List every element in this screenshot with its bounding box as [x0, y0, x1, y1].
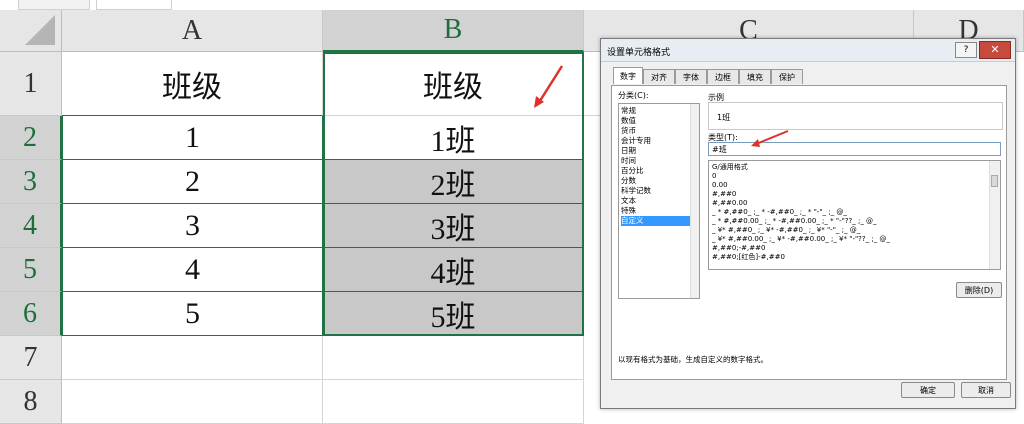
column-header-a[interactable]: A — [62, 10, 323, 52]
format-item[interactable]: 0.00 — [712, 181, 987, 190]
cell-a4[interactable]: 3 — [62, 204, 323, 248]
sheet-tab-right[interactable] — [96, 0, 172, 10]
dialog-title: 设置单元格格式 — [607, 48, 671, 58]
format-item[interactable]: G/通用格式 — [712, 163, 987, 172]
sample-box: 1班 — [708, 102, 1003, 130]
cell-a2[interactable]: 1 — [62, 116, 323, 160]
cell-b8[interactable] — [323, 380, 584, 424]
tab-font[interactable]: 字体 — [675, 69, 707, 84]
format-description: 以现有格式为基础，生成自定义的数字格式。 — [618, 355, 768, 364]
category-item-custom[interactable]: 自定义 — [621, 216, 697, 226]
cell-b4[interactable]: 3班 — [323, 204, 584, 248]
format-cells-dialog: 设置单元格格式 ? ✕ 数字 对齐 字体 边框 填充 保护 分类(C): 常规 … — [600, 38, 1016, 409]
category-list[interactable]: 常规 数值 货币 会计专用 日期 时间 百分比 分数 科学记数 文本 特殊 自定… — [618, 103, 700, 299]
category-item[interactable]: 科学记数 — [621, 186, 697, 196]
cell-b5[interactable]: 4班 — [323, 248, 584, 292]
number-tab-panel: 分类(C): 常规 数值 货币 会计专用 日期 时间 百分比 分数 科学记数 文… — [611, 85, 1007, 380]
help-button[interactable]: ? — [955, 42, 977, 58]
category-item[interactable]: 特殊 — [621, 206, 697, 216]
tab-border[interactable]: 边框 — [707, 69, 739, 84]
cell-a8[interactable] — [62, 380, 323, 424]
category-item[interactable]: 文本 — [621, 196, 697, 206]
cell-a6[interactable]: 5 — [62, 292, 323, 336]
row-header-2[interactable]: 2 — [0, 116, 62, 160]
column-header-b[interactable]: B — [323, 10, 584, 52]
cell-a7[interactable] — [62, 336, 323, 380]
format-scrollbar[interactable] — [989, 161, 1000, 269]
format-item[interactable]: _ ¥* #,##0.00_ ;_ ¥* -#,##0.00_ ;_ ¥* "-… — [712, 235, 987, 244]
row-header-5[interactable]: 5 — [0, 248, 62, 292]
cell-a1[interactable]: 班级 — [62, 52, 323, 116]
row-header-4[interactable]: 4 — [0, 204, 62, 248]
format-item[interactable]: _ ¥* #,##0_ ;_ ¥* -#,##0_ ;_ ¥* "-"_ ;_ … — [712, 226, 987, 235]
format-item[interactable]: _ * #,##0.00_ ;_ * -#,##0.00_ ;_ * "-"??… — [712, 217, 987, 226]
close-button[interactable]: ✕ — [979, 41, 1011, 59]
sheet-tab-left[interactable] — [18, 0, 90, 10]
dialog-titlebar[interactable]: 设置单元格格式 ? ✕ — [601, 39, 1015, 62]
format-item[interactable]: #,##0 — [712, 190, 987, 199]
category-item[interactable]: 时间 — [621, 156, 697, 166]
format-item[interactable]: #,##0.00 — [712, 199, 987, 208]
ok-button[interactable]: 确定 — [901, 382, 955, 398]
tab-protection[interactable]: 保护 — [771, 69, 803, 84]
delete-button[interactable]: 删除(D) — [956, 282, 1002, 298]
category-item[interactable]: 百分比 — [621, 166, 697, 176]
tab-number[interactable]: 数字 — [613, 67, 643, 84]
category-label: 分类(C): — [618, 91, 649, 100]
category-item[interactable]: 日期 — [621, 146, 697, 156]
format-item[interactable]: #,##0;-#,##0 — [712, 244, 987, 253]
cell-b6[interactable]: 5班 — [323, 292, 584, 336]
cell-a5[interactable]: 4 — [62, 248, 323, 292]
row-header-1[interactable]: 1 — [0, 52, 62, 116]
tab-fill[interactable]: 填充 — [739, 69, 771, 84]
select-all-corner[interactable] — [0, 10, 62, 52]
category-scrollbar[interactable] — [690, 104, 699, 298]
row-header-3[interactable]: 3 — [0, 160, 62, 204]
format-item[interactable]: _ * #,##0_ ;_ * -#,##0_ ;_ * "-"_ ;_ @_ — [712, 208, 987, 217]
format-item[interactable]: #,##0;[红色]-#,##0 — [712, 253, 987, 262]
red-arrow-icon — [534, 65, 564, 108]
format-item[interactable]: 0 — [712, 172, 987, 181]
category-item[interactable]: 分数 — [621, 176, 697, 186]
row-header-7[interactable]: 7 — [0, 336, 62, 380]
cancel-button[interactable]: 取消 — [961, 382, 1011, 398]
category-item[interactable]: 会计专用 — [621, 136, 697, 146]
sample-value: 1班 — [717, 113, 731, 122]
red-arrow-icon — [751, 130, 789, 147]
cell-b7[interactable] — [323, 336, 584, 380]
cell-b3[interactable]: 2班 — [323, 160, 584, 204]
cell-b2[interactable]: 1班 — [323, 116, 584, 160]
row-header-8[interactable]: 8 — [0, 380, 62, 424]
row-header-6[interactable]: 6 — [0, 292, 62, 336]
cell-a3[interactable]: 2 — [62, 160, 323, 204]
category-item[interactable]: 数值 — [621, 116, 697, 126]
category-item[interactable]: 常规 — [621, 106, 697, 116]
format-list[interactable]: G/通用格式 0 0.00 #,##0 #,##0.00 _ * #,##0_ … — [708, 160, 1001, 270]
tab-alignment[interactable]: 对齐 — [643, 69, 675, 84]
category-item[interactable]: 货币 — [621, 126, 697, 136]
